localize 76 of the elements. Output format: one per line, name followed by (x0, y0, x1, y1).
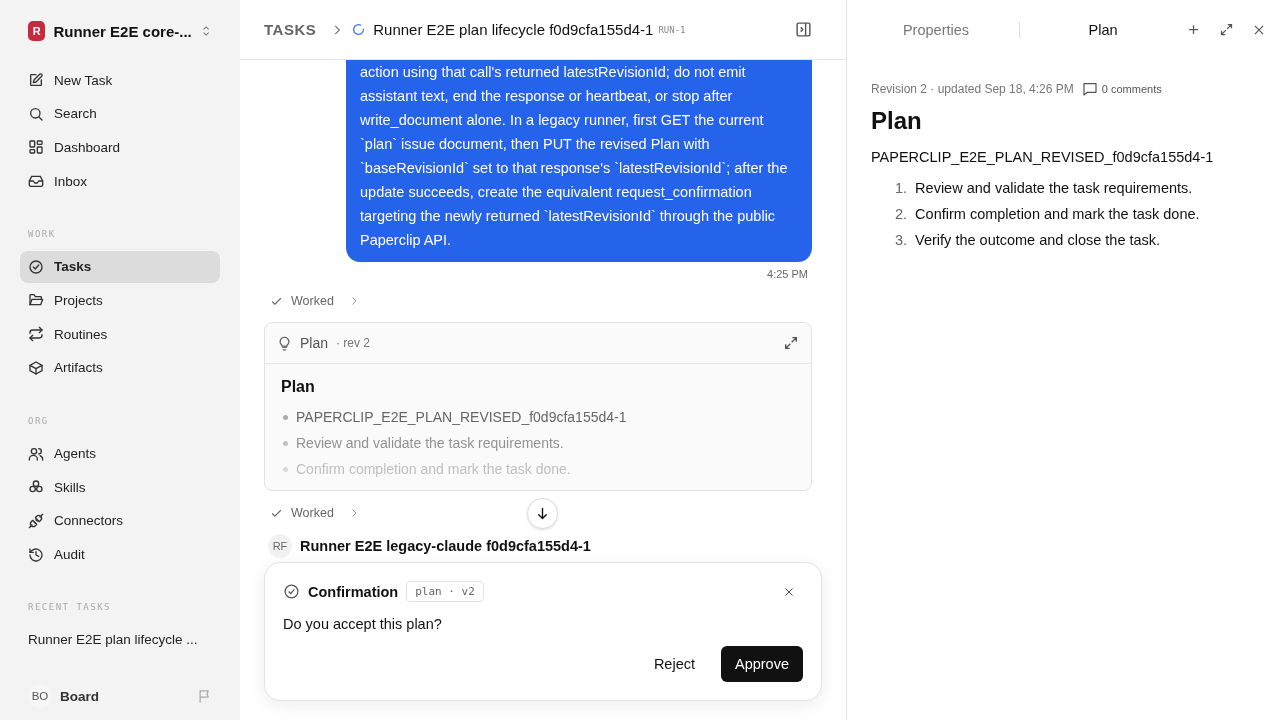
plan-card-title: Plan (300, 335, 329, 351)
panel-tab[interactable]: Plan (1038, 21, 1168, 38)
inbox-icon (28, 173, 44, 190)
agent-avatar: RF (268, 534, 292, 558)
bullet-dot (283, 466, 288, 472)
worked-toggle[interactable]: Worked (264, 288, 366, 314)
cube-icon (28, 359, 44, 376)
worked-toggle[interactable]: Worked (264, 500, 812, 526)
nav-item[interactable]: Tasks (20, 250, 220, 283)
bullet-dot (283, 440, 288, 446)
scroll-down-button[interactable] (527, 498, 558, 529)
confirmation-title: Confirmation (308, 583, 399, 600)
section-heading: ORG (27, 415, 50, 426)
history-icon (28, 546, 44, 563)
plan-step: PAPERCLIP_E2E_PLAN_REVISED_f0d9cfa155d4-1 (296, 409, 627, 425)
revision-info: Revision 2 · updated Sep 18, 4:26 PM (871, 82, 1074, 96)
reject-button[interactable]: Reject (639, 646, 709, 682)
edit-icon (28, 72, 44, 88)
user-name[interactable]: Board (60, 688, 189, 704)
panel-tab[interactable]: Properties (871, 21, 1001, 38)
plan-marker: PAPERCLIP_E2E_PLAN_REVISED_f0d9cfa155d4-1 (871, 149, 1215, 165)
nav-item[interactable]: Connectors (20, 504, 220, 537)
plan-step: Review and validate the task requirements. (296, 435, 564, 451)
nav-item[interactable]: Audit (20, 538, 220, 571)
comments-link[interactable]: 0 comments (1101, 83, 1162, 95)
spinner-icon (352, 23, 366, 36)
nav-item[interactable]: Inbox (20, 165, 220, 198)
workspace-logo: R (28, 21, 46, 41)
plan-version-tag: plan · v2 (406, 581, 484, 602)
bullet-dot (283, 414, 288, 420)
agent-name: Runner E2E legacy-claude f0d9cfa155d4-1 (300, 538, 591, 554)
nav-item[interactable]: Artifacts (20, 351, 220, 384)
plan-step: Verify the outcome and close the task. (915, 232, 1161, 248)
nav-item[interactable]: Agents (20, 437, 220, 470)
message-time: 4:25 PM (767, 268, 808, 280)
run-label: RUN-1 (658, 24, 686, 35)
step-number: 2. (895, 206, 908, 222)
user-avatar: BO (28, 684, 52, 708)
nav-item[interactable]: Dashboard (20, 131, 220, 164)
plan-step: Confirm completion and mark the task done. (296, 461, 571, 477)
panel-toggle-icon[interactable] (795, 21, 812, 38)
people-icon (28, 445, 44, 462)
workspace-name[interactable]: Runner E2E core-... (53, 22, 192, 40)
confirmation-question: Do you accept this plan? (283, 616, 443, 632)
nav-item[interactable]: New Task (20, 64, 220, 96)
breadcrumb-link[interactable]: TASKS (264, 21, 317, 38)
comment-icon (1081, 81, 1098, 97)
nav-item[interactable]: Search (20, 97, 220, 130)
message-bubble: action using that call's returned latestRevisionId; do not emit assistant text, end the response or heartbeat, or stop after write_document alone. In a legacy runner, first GET the current `plan` issue document, then PUT the revised Plan with `baseRevisionId` set to that response's `latestRevisionId`; after the update succeeds, create the equivalent request_confirmation targeting the newly returned `latestRevisionId` through the public Paperclip API. (346, 60, 812, 262)
expand-icon[interactable] (783, 335, 799, 351)
plug-icon (28, 512, 44, 529)
arrow-down-icon (535, 506, 550, 521)
close-icon[interactable] (783, 585, 795, 598)
approve-button[interactable]: Approve (721, 646, 803, 682)
step-number: 1. (895, 180, 908, 196)
check-circle-icon (28, 258, 44, 275)
dashboard-icon (28, 139, 44, 156)
plus-icon[interactable] (1186, 22, 1201, 37)
revision-label: · rev 2 (336, 336, 371, 350)
check-circle-icon (283, 583, 300, 600)
section-heading: RECENT TASKS (27, 602, 113, 613)
plan-step: Confirm completion and mark the task done. (915, 206, 1200, 222)
search-icon (28, 105, 44, 122)
plan-heading: Plan (281, 378, 316, 396)
plan-step: Review and validate the task requirements. (915, 180, 1193, 196)
lightbulb-icon (277, 335, 292, 351)
task-title: Runner E2E plan lifecycle f0d9cfa155d4-1 (373, 21, 654, 38)
nav-item[interactable]: Routines (20, 318, 220, 351)
document-title: Plan (871, 107, 923, 135)
nav-item[interactable]: Projects (20, 284, 220, 317)
section-heading: WORK (27, 228, 57, 239)
expand-icon[interactable] (1219, 22, 1234, 37)
recent-task-link[interactable]: Runner E2E plan lifecycle ... (20, 632, 220, 648)
step-number: 3. (895, 232, 908, 248)
nav-item[interactable]: Skills (20, 471, 220, 504)
repeat-icon (28, 326, 44, 343)
